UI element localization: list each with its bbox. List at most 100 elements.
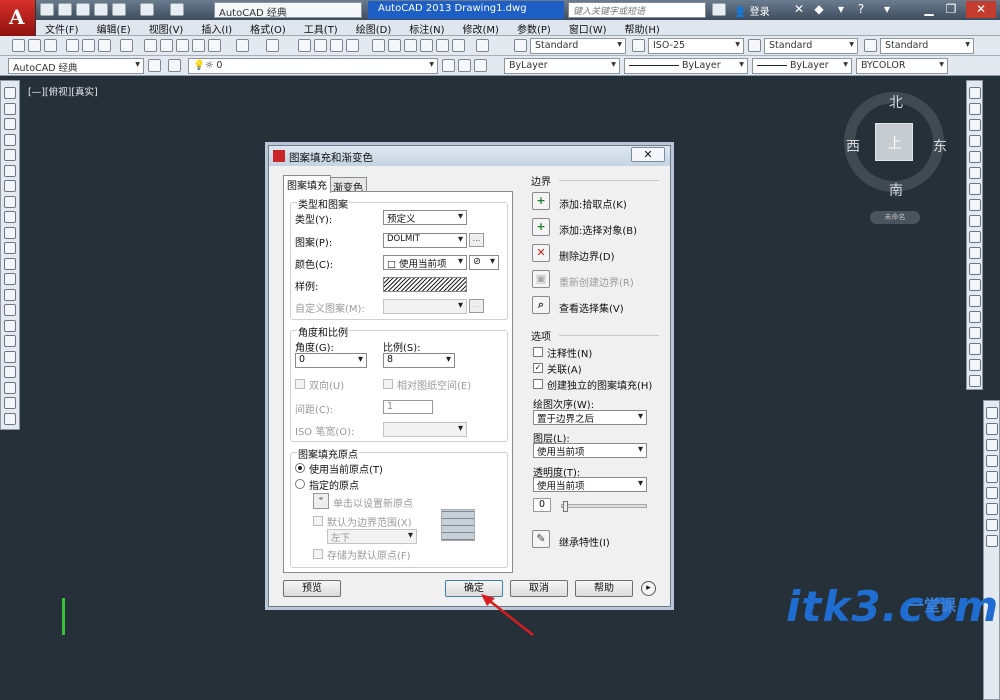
ucs-menu[interactable]: 未命名	[870, 211, 920, 224]
separate-hatch-checkbox[interactable]	[533, 379, 543, 389]
modify-tool-icon-0[interactable]	[969, 87, 981, 99]
menu-item-9[interactable]: 参数(P)	[508, 20, 560, 37]
compass-east[interactable]: 东	[933, 136, 947, 156]
draw-tool-icon-13[interactable]	[4, 288, 16, 301]
match-properties-icon[interactable]	[192, 39, 205, 52]
remove-boundaries-icon[interactable]: ✕	[532, 244, 550, 262]
table-style-select[interactable]: Standard	[764, 38, 858, 54]
compass-south[interactable]: 南	[889, 180, 903, 200]
modify-tool-icon-1[interactable]	[969, 103, 981, 115]
menu-item-5[interactable]: 工具(T)	[295, 20, 347, 37]
redo-icon[interactable]	[170, 3, 184, 16]
inherit-properties-label[interactable]: 继承特性(I)	[559, 534, 610, 549]
menu-item-2[interactable]: 视图(V)	[140, 20, 193, 37]
properties-icon[interactable]	[372, 39, 385, 52]
draw-tool-icon-4[interactable]	[4, 149, 16, 161]
draw-tool-icon-12[interactable]	[4, 273, 16, 285]
close-window-icon[interactable]: ✕	[966, 1, 996, 18]
minimize-icon[interactable]: ▁	[920, 1, 938, 18]
modify-tool-icon-8[interactable]	[969, 215, 981, 227]
save-file-icon[interactable]	[44, 39, 57, 52]
a360-icon[interactable]: ◆	[810, 1, 828, 18]
modify-tool-icon-18[interactable]	[969, 375, 981, 387]
copy-icon[interactable]	[160, 39, 173, 52]
add-pick-points-label[interactable]: 添加:拾取点(K)	[559, 196, 627, 211]
draw-tool-icon-3[interactable]	[4, 133, 16, 146]
toolbar-undo-icon[interactable]	[236, 39, 249, 52]
zoom-window-icon[interactable]	[330, 39, 343, 52]
open-icon[interactable]	[58, 3, 72, 16]
transparency-slider[interactable]	[561, 504, 647, 508]
more-options-icon[interactable]: ▸	[641, 581, 656, 596]
zoom-realtime-icon[interactable]	[314, 39, 327, 52]
saveas-icon[interactable]	[94, 3, 108, 16]
workspace-switcher[interactable]: AutoCAD 经典	[214, 2, 362, 19]
draw-tool-icon-11[interactable]	[4, 257, 16, 270]
order-tool-icon-3[interactable]	[986, 455, 998, 467]
layer-properties-icon[interactable]	[168, 59, 181, 72]
plotstyle-select[interactable]: BYCOLOR	[856, 58, 948, 74]
tool-palettes-icon[interactable]	[404, 39, 417, 52]
use-current-origin-radio[interactable]	[295, 463, 305, 473]
modify-tool-icon-5[interactable]	[969, 167, 981, 179]
hatch-layer-select[interactable]: 使用当前项	[533, 443, 647, 458]
order-tool-icon-0[interactable]	[986, 407, 998, 419]
menu-item-1[interactable]: 编辑(E)	[88, 20, 140, 37]
modify-tool-icon-3[interactable]	[969, 135, 981, 147]
workspace-settings-icon[interactable]	[148, 59, 161, 72]
sheet-set-icon[interactable]	[420, 39, 433, 52]
dim-style-select[interactable]: ISO-25	[648, 38, 744, 54]
print-preview-icon[interactable]	[82, 39, 95, 52]
modify-tool-icon-10[interactable]	[969, 247, 981, 259]
draw-tool-icon-5[interactable]	[4, 164, 16, 177]
draw-tool-icon-16[interactable]	[4, 335, 16, 347]
new-icon[interactable]	[40, 3, 54, 16]
menu-item-0[interactable]: 文件(F)	[36, 20, 88, 37]
lineweight-select[interactable]: ByLayer	[752, 58, 852, 74]
order-tool-icon-6[interactable]	[986, 503, 998, 515]
exchange-icon[interactable]: ✕	[790, 1, 808, 18]
draw-tool-icon-0[interactable]	[4, 87, 16, 99]
menu-item-4[interactable]: 格式(O)	[241, 20, 295, 37]
design-center-icon[interactable]	[388, 39, 401, 52]
add-select-objects-icon[interactable]: +	[532, 218, 550, 236]
save-icon[interactable]	[76, 3, 90, 16]
order-tool-icon-8[interactable]	[986, 535, 998, 547]
print-icon[interactable]	[66, 39, 79, 52]
view-selection-label[interactable]: 查看选择集(V)	[559, 300, 624, 315]
transparency-slider-thumb[interactable]	[563, 501, 568, 512]
layer-states-icon[interactable]	[474, 59, 487, 72]
draw-tool-icon-1[interactable]	[4, 102, 16, 115]
text-style-select[interactable]: Standard	[530, 38, 626, 54]
draw-tool-icon-18[interactable]	[4, 366, 16, 378]
qnew-icon[interactable]	[12, 39, 25, 52]
menu-item-8[interactable]: 修改(M)	[454, 20, 508, 37]
publish-icon[interactable]	[98, 39, 111, 52]
tab-gradient[interactable]: 渐变色	[329, 177, 367, 194]
angle-select[interactable]: 0	[295, 353, 367, 368]
help-search-input[interactable]: 键入关键字或短语	[568, 2, 706, 18]
mleader-style-select[interactable]: Standard	[880, 38, 974, 54]
remove-boundaries-label[interactable]: 删除边界(D)	[559, 248, 615, 263]
draw-tool-icon-21[interactable]	[4, 412, 16, 425]
compass-west[interactable]: 西	[846, 136, 860, 156]
transparency-input[interactable]: 0	[533, 498, 551, 512]
viewport-controls[interactable]: [—][俯视][真实]	[28, 84, 98, 98]
modify-tool-icon-2[interactable]	[969, 119, 981, 131]
modify-tool-icon-11[interactable]	[969, 263, 981, 275]
annotative-checkbox[interactable]	[533, 347, 543, 357]
autocad-logo-button[interactable]: A	[0, 0, 36, 36]
open-file-icon[interactable]	[28, 39, 41, 52]
modify-tool-icon-12[interactable]	[969, 279, 981, 291]
login-link[interactable]: 👤 登录	[734, 3, 770, 18]
menu-item-3[interactable]: 插入(I)	[192, 20, 241, 37]
block-editor-icon[interactable]	[208, 39, 221, 52]
help-toolbar-icon[interactable]	[476, 39, 489, 52]
binoculars-icon[interactable]	[712, 3, 726, 16]
inherit-properties-icon[interactable]: ✎	[532, 530, 550, 548]
dialog-close-button[interactable]: ✕	[631, 147, 665, 162]
make-current-icon[interactable]	[442, 59, 455, 72]
draw-tool-icon-2[interactable]	[4, 118, 16, 130]
pattern-select[interactable]: DOLMIT	[383, 233, 467, 248]
draw-tool-icon-6[interactable]	[4, 180, 16, 192]
